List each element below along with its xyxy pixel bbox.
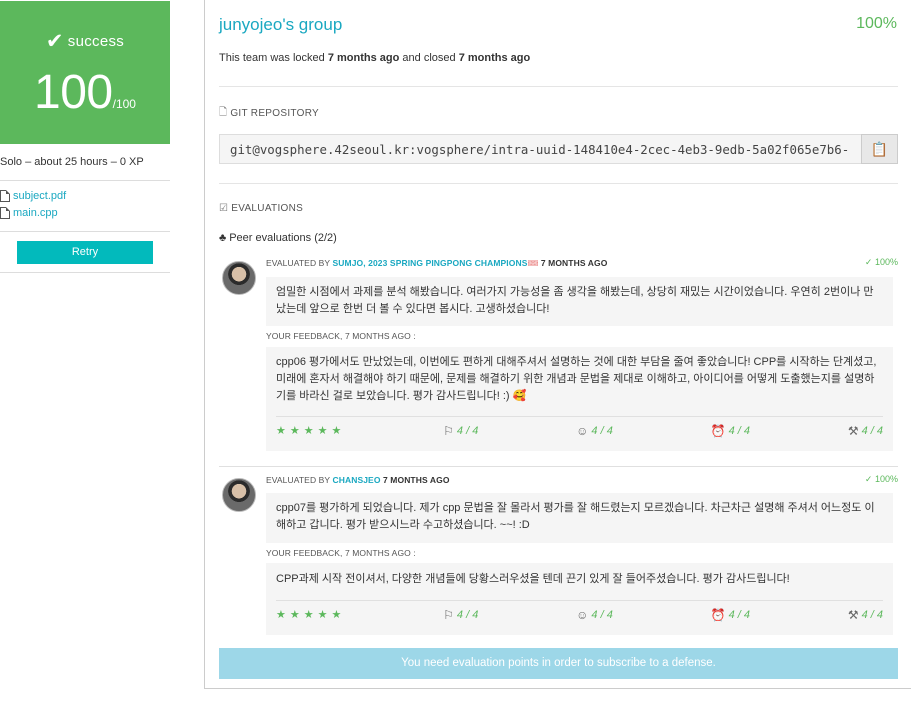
git-url[interactable]: git@vogsphere.42seoul.kr:vogsphere/intra…: [230, 142, 856, 157]
evaluated-by-label: EVALUATED BY: [266, 258, 331, 268]
project-sidebar: ✔ success 100/100 Solo – about 25 hours –…: [0, 0, 170, 706]
evaluator-login[interactable]: SUMJO, 2023 SPRING PINGPONG CHAMPIONS: [333, 258, 528, 268]
metric-value: 4 / 4: [591, 425, 613, 437]
project-info: Solo – about 25 hours – 0 XP: [0, 156, 144, 168]
metric-nice: ☺ 4 / 4: [576, 607, 613, 624]
evaluations-section-label: ☑ EVALUATIONS: [219, 203, 303, 214]
divider: [219, 183, 898, 184]
check-icon: ✔: [45, 30, 64, 53]
evaluation-meta: EVALUATED BY SUMJO, 2023 SPRING PINGPONG…: [266, 258, 607, 269]
team-title[interactable]: junyojeo's group: [219, 15, 342, 35]
ticket-icon: 🎟: [527, 258, 539, 268]
feedback-label: YOUR FEEDBACK, 7 MONTHS AGO :: [266, 331, 416, 341]
git-label-text: GIT REPOSITORY: [230, 108, 320, 119]
file-icon: [0, 190, 10, 202]
metric-value: 4 / 4: [728, 425, 750, 437]
metric-interest: ⚐ 4 / 4: [443, 607, 478, 624]
checkbox-icon: ☑: [219, 203, 229, 214]
file-name: main.cpp: [13, 207, 58, 219]
divider: [0, 180, 170, 181]
feedback-box: cpp06 평가에서도 만났었는데, 이번에도 편하게 대해주셔서 설명하는 것…: [266, 347, 893, 451]
evaluation-time: 7 MONTHS AGO: [540, 258, 608, 268]
metric-punctuality: ⏰ 4 / 4: [711, 607, 750, 624]
team-percent: 100%: [856, 15, 897, 32]
metric-rigor: ⚒ 4 / 4: [848, 607, 883, 624]
git-url-field[interactable]: git@vogsphere.42seoul.kr:vogsphere/intra…: [219, 134, 898, 164]
evaluation-percent: ✓ 100%: [864, 257, 898, 267]
rating-stars: ★★★★★: [276, 425, 346, 437]
defense-notice: You need evaluation points in order to s…: [219, 648, 898, 679]
interest-icon: ⚐: [443, 424, 454, 438]
feedback-ratings: ★★★★★ ⚐ 4 / 4 ☺ 4 / 4 ⏰ 4 / 4 ⚒ 4 / 4: [276, 600, 883, 630]
score-max: /100: [112, 97, 136, 111]
clock-icon: ⏰: [710, 424, 726, 438]
git-section-label: 🗋 GIT REPOSITORY: [219, 105, 319, 122]
avatar[interactable]: [222, 478, 256, 512]
file-link-subject[interactable]: subject.pdf: [0, 190, 66, 202]
smile-icon: ☺: [576, 424, 589, 438]
percent-value: 100%: [874, 257, 898, 267]
copy-button[interactable]: 📋: [861, 134, 898, 164]
lock-prefix: This team was locked: [219, 52, 325, 64]
peer-label-text: Peer evaluations (2/2): [229, 232, 337, 244]
peer-evaluations-heading: ♣ Peer evaluations (2/2): [219, 232, 337, 244]
team-lock-status: This team was locked 7 months ago and cl…: [219, 52, 530, 64]
evaluation-card: EVALUATED BY CHANSJEO 7 MONTHS AGO ✓ 100…: [219, 473, 898, 638]
file-name: subject.pdf: [13, 190, 67, 202]
feedback-label: YOUR FEEDBACK, 7 MONTHS AGO :: [266, 548, 416, 558]
file-link-main[interactable]: main.cpp: [0, 207, 58, 219]
retry-button[interactable]: Retry: [17, 241, 153, 264]
metric-value: 4 / 4: [861, 425, 883, 437]
clock-icon: ⏰: [710, 608, 726, 622]
divider: [0, 231, 170, 232]
evaluation-percent: ✓ 100%: [864, 474, 898, 484]
file-icon: [0, 207, 10, 219]
score-value: 100: [34, 66, 113, 119]
divider: [219, 86, 898, 87]
metric-value: 4 / 4: [456, 609, 479, 621]
hammer-icon: ⚒: [847, 608, 859, 622]
metric-rigor: ⚒ 4 / 4: [848, 423, 883, 440]
divider: [219, 466, 898, 467]
users-icon: ♣: [219, 232, 227, 244]
status-heading: ✔ success: [0, 29, 170, 54]
metric-interest: ⚐ 4 / 4: [443, 423, 478, 440]
metric-value: 4 / 4: [456, 425, 479, 437]
rating-stars: ★★★★★: [276, 609, 346, 621]
file-code-icon: 🗋: [219, 107, 228, 118]
metric-value: 4 / 4: [591, 609, 613, 621]
team-panel: junyojeo's group 100% This team was lock…: [204, 0, 911, 689]
status-label: success: [67, 33, 125, 50]
evaluated-by-label: EVALUATED BY: [266, 475, 331, 485]
lock-middle: and closed: [402, 52, 456, 64]
evaluation-meta: EVALUATED BY CHANSJEO 7 MONTHS AGO: [266, 475, 450, 485]
avatar[interactable]: [222, 261, 256, 295]
evaluator-comment: 엄밀한 시점에서 과제를 분석 해봤습니다. 여러가지 가능성을 좀 생각을 해…: [266, 277, 893, 326]
metric-nice: ☺ 4 / 4: [576, 423, 613, 440]
clipboard-icon: 📋: [870, 140, 889, 157]
locked-when: 7 months ago: [327, 52, 400, 64]
evaluations-label-text: EVALUATIONS: [231, 203, 304, 214]
evaluation-card: EVALUATED BY SUMJO, 2023 SPRING PINGPONG…: [219, 256, 898, 456]
percent-value: 100%: [874, 474, 898, 484]
status-card: ✔ success 100/100: [0, 1, 170, 144]
feedback-ratings: ★★★★★ ⚐ 4 / 4 ☺ 4 / 4 ⏰ 4 / 4 ⚒ 4 / 4: [276, 416, 883, 446]
feedback-box: CPP과제 시작 전이셔서, 다양한 개념들에 당황스러우셨을 텐데 끈기 있게…: [266, 563, 893, 635]
hammer-icon: ⚒: [847, 424, 859, 438]
feedback-text: CPP과제 시작 전이셔서, 다양한 개념들에 당황스러우셨을 텐데 끈기 있게…: [276, 573, 790, 585]
metric-value: 4 / 4: [728, 609, 750, 621]
evaluation-time: 7 MONTHS AGO: [383, 475, 450, 485]
evaluator-login[interactable]: CHANSJEO: [333, 475, 381, 485]
feedback-text: cpp06 평가에서도 만났었는데, 이번에도 편하게 대해주셔서 설명하는 것…: [276, 356, 877, 402]
divider: [0, 272, 170, 273]
interest-icon: ⚐: [443, 608, 454, 622]
final-score: 100/100: [0, 65, 170, 120]
metric-punctuality: ⏰ 4 / 4: [711, 423, 750, 440]
evaluator-comment: cpp07를 평가하게 되었습니다. 제가 cpp 문법을 잘 몰라서 평가를 …: [266, 493, 893, 543]
smile-icon: ☺: [576, 608, 589, 622]
closed-when: 7 months ago: [458, 52, 531, 64]
metric-value: 4 / 4: [861, 609, 883, 621]
